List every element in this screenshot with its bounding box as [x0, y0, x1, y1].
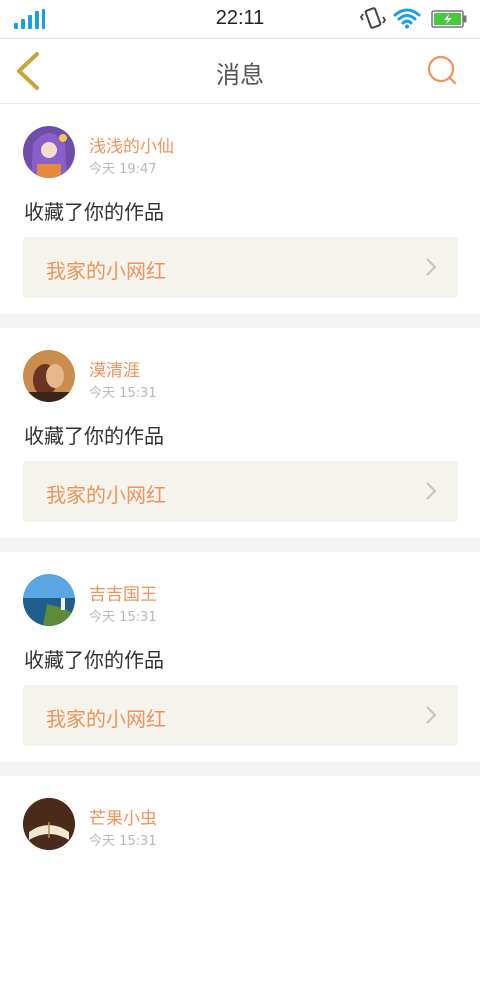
message-card: 吉吉国王 今天 15:31 收藏了你的作品 我家的小网红: [0, 552, 480, 762]
card-divider: [0, 538, 480, 552]
work-title: 我家的小网红: [46, 259, 166, 283]
wifi-icon: [393, 8, 421, 29]
chevron-right-icon: [426, 482, 437, 500]
chevron-right-icon: [426, 258, 437, 276]
action-text: 收藏了你的作品: [24, 424, 164, 448]
battery-charging-icon: [431, 10, 467, 28]
avatar[interactable]: [23, 350, 75, 402]
avatar[interactable]: [23, 574, 75, 626]
work-title: 我家的小网红: [46, 483, 166, 507]
avatar[interactable]: [23, 126, 75, 178]
timestamp: 今天 19:47: [89, 162, 157, 177]
chevron-right-icon: [426, 706, 437, 724]
username[interactable]: 芒果小虫: [89, 804, 157, 829]
app-header: 消息: [0, 39, 480, 104]
username[interactable]: 吉吉国王: [89, 580, 157, 605]
vibrate-icon: [360, 7, 386, 29]
page-title: 消息: [216, 61, 264, 89]
card-divider: [0, 762, 480, 776]
action-text: 收藏了你的作品: [24, 648, 164, 672]
action-text: 收藏了你的作品: [24, 200, 164, 224]
timestamp: 今天 15:31: [89, 610, 157, 625]
avatar[interactable]: [23, 798, 75, 850]
message-card: 芒果小虫 今天 15:31: [0, 776, 480, 986]
work-title: 我家的小网红: [46, 707, 166, 731]
status-bar: 22:11: [0, 0, 480, 39]
work-link[interactable]: 我家的小网红: [23, 685, 458, 746]
search-button[interactable]: [424, 52, 462, 90]
username[interactable]: 漠清涯: [89, 356, 140, 381]
work-link[interactable]: 我家的小网红: [23, 461, 458, 522]
card-divider: [0, 314, 480, 328]
work-link[interactable]: 我家的小网红: [23, 237, 458, 298]
message-card: 漠清涯 今天 15:31 收藏了你的作品 我家的小网红: [0, 328, 480, 538]
timestamp: 今天 15:31: [89, 834, 157, 849]
username[interactable]: 浅浅的小仙: [89, 132, 174, 157]
timestamp: 今天 15:31: [89, 386, 157, 401]
message-card: 浅浅的小仙 今天 19:47 收藏了你的作品 我家的小网红: [0, 104, 480, 314]
